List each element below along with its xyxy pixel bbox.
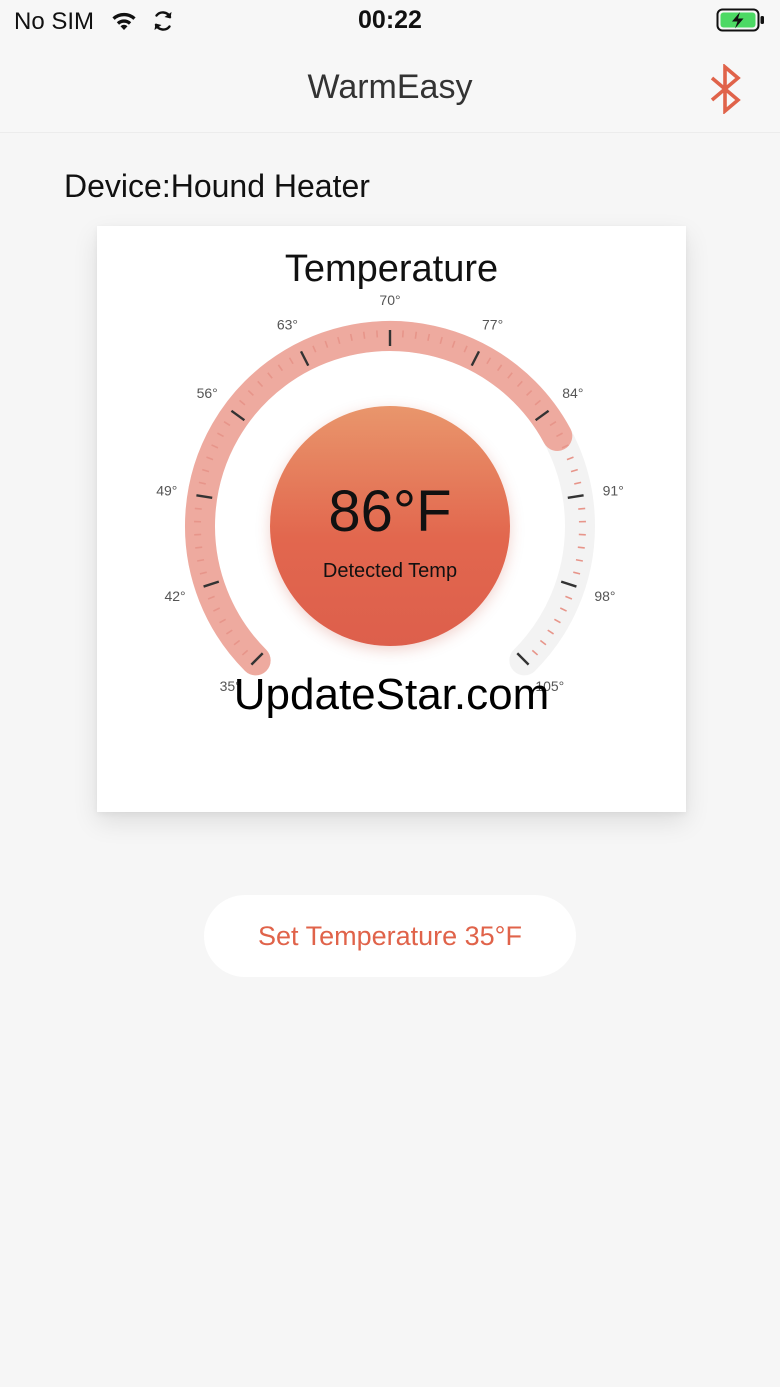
gauge-minor-tick <box>194 507 202 510</box>
nav-bar: WarmEasy <box>0 44 780 133</box>
wifi-icon <box>112 12 136 30</box>
detected-temp-value: 86°F <box>328 479 452 544</box>
gauge-tick-label: 77° <box>482 317 503 333</box>
gauge-tick-label: 63° <box>277 317 298 333</box>
gauge-minor-tick <box>195 546 203 549</box>
detected-temp-circle: 86°F Detected Temp <box>270 406 510 646</box>
detected-temp-caption: Detected Temp <box>322 560 458 582</box>
temperature-card: Temperature 35° 42° 49° 56° 63° 70° 77° 84° 91° 9… <box>97 226 686 812</box>
status-bar: No SIM 00:22 <box>0 0 780 44</box>
sync-icon <box>154 11 172 31</box>
app-title: WarmEasy <box>307 68 473 106</box>
bluetooth-icon <box>710 64 741 114</box>
gauge-tick-label: 84° <box>562 385 583 401</box>
gauge-minor-tick <box>578 507 586 510</box>
bluetooth-button[interactable] <box>700 62 752 116</box>
gauge-tick-label: 70° <box>379 292 400 308</box>
gauge-minor-tick <box>414 331 418 339</box>
watermark-text: UpdateStar.com <box>233 670 550 719</box>
device-label: Device:Hound Heater <box>64 168 370 204</box>
gauge-minor-tick <box>362 331 366 339</box>
gauge-minor-tick <box>577 546 585 549</box>
carrier-label: No SIM <box>14 8 95 35</box>
gauge-tick-label: 98° <box>594 588 615 604</box>
gauge-tick-label: 56° <box>197 385 218 401</box>
gauge-tick-label: 49° <box>156 483 177 499</box>
set-temperature-button[interactable]: Set Temperature 35°F <box>204 895 576 977</box>
gauge-tick-label: 42° <box>164 588 185 604</box>
battery-charging-icon <box>716 8 764 32</box>
gauge-tick-label: 91° <box>603 483 624 499</box>
